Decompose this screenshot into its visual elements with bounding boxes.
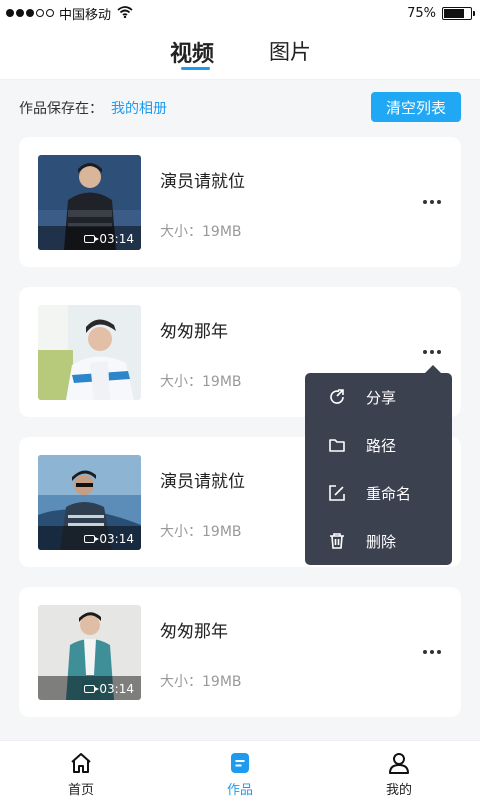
more-options-icon[interactable] — [417, 193, 447, 211]
share-icon — [330, 389, 344, 404]
menu-item-label: 删除 — [366, 533, 397, 551]
menu-item-rename[interactable]: 重命名 — [305, 469, 452, 517]
clear-list-button[interactable]: 清空列表 — [371, 92, 461, 122]
status-bar: 中国移动 75% — [0, 0, 480, 26]
user-icon — [389, 753, 409, 774]
video-camera-icon — [84, 235, 100, 243]
list-item[interactable]: 03:14 匆匆那年 大小：19MB — [19, 587, 461, 717]
menu-item-label: 路径 — [366, 437, 397, 455]
signal-dots-icon — [6, 9, 54, 17]
tab-images[interactable]: 图片 — [269, 36, 311, 66]
home-icon — [71, 753, 91, 773]
more-options-icon[interactable] — [417, 343, 447, 361]
save-location-row: 作品保存在： 我的相册 清空列表 — [0, 80, 480, 134]
video-duration: 03:14 — [84, 532, 134, 546]
menu-item-label: 重命名 — [366, 485, 412, 503]
item-title: 匆匆那年 — [160, 622, 228, 642]
item-size: 大小：19MB — [160, 224, 242, 240]
video-thumbnail[interactable] — [38, 305, 141, 400]
duration-text: 03:14 — [99, 232, 134, 246]
video-thumbnail[interactable]: 03:14 — [38, 455, 141, 550]
nav-home[interactable]: 首页 — [41, 741, 121, 800]
battery-icon — [442, 6, 475, 20]
active-tab-indicator — [181, 67, 210, 70]
save-location-label: 作品保存在： — [19, 101, 103, 117]
nav-label: 我的 — [385, 783, 412, 798]
folder-icon — [329, 439, 345, 452]
video-thumbnail[interactable]: 03:14 — [38, 605, 141, 700]
item-size: 大小：19MB — [160, 524, 242, 540]
context-menu: 分享 路径 重命名 删除 — [305, 373, 452, 565]
works-icon — [231, 753, 249, 773]
status-left: 中国移动 — [6, 4, 133, 23]
nav-label: 首页 — [67, 783, 94, 798]
battery-percent: 75% — [407, 5, 436, 21]
edit-icon — [329, 485, 345, 501]
trash-icon — [330, 533, 344, 549]
item-title: 演员请就位 — [160, 472, 245, 492]
nav-works[interactable]: 作品 — [200, 741, 280, 800]
item-size: 大小：19MB — [160, 374, 242, 390]
duration-text: 03:14 — [99, 682, 134, 696]
video-duration: 03:14 — [84, 682, 134, 696]
item-title: 演员请就位 — [160, 172, 245, 192]
menu-item-share[interactable]: 分享 — [305, 373, 452, 421]
my-album-link[interactable]: 我的相册 — [111, 98, 167, 118]
status-right: 75% — [407, 5, 475, 21]
wifi-icon — [117, 5, 133, 21]
menu-item-delete[interactable]: 删除 — [305, 517, 452, 565]
item-size: 大小：19MB — [160, 674, 242, 690]
video-camera-icon — [84, 685, 100, 693]
header-tabs: 视频 图片 — [0, 26, 480, 80]
battery-fill — [444, 8, 464, 18]
video-thumbnail[interactable]: 03:14 — [38, 155, 141, 250]
video-duration: 03:14 — [84, 232, 134, 246]
list-item[interactable]: 03:14 演员请就位 大小：19MB — [19, 137, 461, 267]
context-menu-arrow — [425, 365, 441, 373]
carrier-name: 中国移动 — [59, 7, 112, 23]
nav-mine[interactable]: 我的 — [359, 741, 439, 800]
nav-label: 作品 — [226, 783, 253, 798]
video-camera-icon — [84, 535, 100, 543]
duration-text: 03:14 — [99, 532, 134, 546]
tab-videos[interactable]: 视频 — [170, 36, 214, 68]
menu-item-path[interactable]: 路径 — [305, 421, 452, 469]
bottom-nav: 首页 作品 我的 — [0, 740, 480, 800]
menu-item-label: 分享 — [366, 389, 397, 407]
item-title: 匆匆那年 — [160, 322, 228, 342]
more-options-icon[interactable] — [417, 643, 447, 661]
